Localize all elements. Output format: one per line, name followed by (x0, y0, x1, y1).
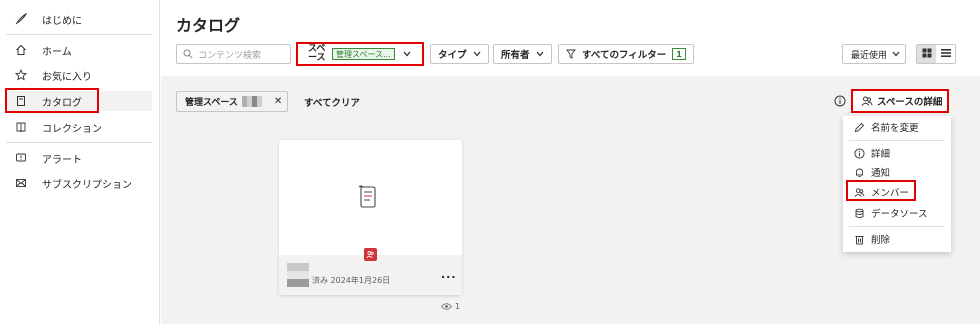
space-details-label: スペースの詳細 (877, 97, 943, 108)
sidebar-item-label: はじめに (42, 15, 82, 27)
clear-all-button[interactable]: すべてクリア (304, 95, 360, 109)
list-icon (940, 48, 951, 61)
view-toggle (916, 44, 956, 64)
menu-item-delete[interactable]: 削除 (843, 230, 951, 248)
menu-item-data-sources[interactable]: データソース (843, 204, 951, 222)
book-icon (14, 94, 28, 108)
sidebar-item-label: カタログ (42, 97, 82, 109)
view-count: 1 (441, 302, 460, 311)
card-meta: 済み 2024年1月26日 (312, 276, 391, 285)
grid-view-button[interactable] (917, 45, 936, 63)
owner-filter-button[interactable]: 所有者 (493, 44, 552, 64)
menu-item-members[interactable]: メンバー (843, 183, 951, 201)
search-icon (183, 49, 193, 59)
sidebar-divider (6, 142, 152, 143)
sidebar-item-label: コレクション (42, 123, 102, 135)
mail-icon (14, 176, 28, 190)
type-filter-button[interactable]: タイプ (430, 44, 489, 64)
grid-icon (922, 48, 932, 61)
document-icon (357, 184, 379, 213)
sidebar-item-label: アラート (42, 154, 82, 166)
menu-divider (849, 226, 945, 227)
sidebar-item-favorites[interactable]: お気に入り (6, 65, 152, 85)
sidebar-item-alerts[interactable]: アラート (6, 148, 152, 168)
chevron-down-icon (536, 51, 544, 57)
sidebar-item-label: お気に入り (42, 71, 92, 83)
filter-count-badge: 1 (672, 48, 686, 60)
members-icon (853, 187, 865, 198)
menu-item-label: 通知 (871, 168, 891, 179)
bell-icon (853, 167, 865, 178)
menu-item-label: 削除 (871, 235, 891, 246)
menu-item-notifications[interactable]: 通知 (843, 163, 951, 181)
all-filters-button[interactable]: すべてのフィルター 1 (558, 44, 694, 64)
sidebar: はじめに ホーム お気に入り カタログ コレクション アラート サブスクリプショ… (0, 0, 160, 324)
menu-item-label: 名前を変更 (871, 123, 919, 134)
space-filter-label: スペース (308, 44, 326, 63)
redacted-name (241, 96, 262, 107)
sidebar-item-collections[interactable]: コレクション (6, 117, 152, 137)
page-title: カタログ (176, 16, 241, 35)
home-icon (14, 43, 28, 57)
remove-filter-icon[interactable]: ✕ (274, 96, 282, 107)
chevron-down-icon (403, 51, 411, 57)
eye-icon (441, 303, 452, 310)
menu-item-rename[interactable]: 名前を変更 (843, 118, 951, 136)
info-icon[interactable] (834, 95, 846, 107)
sidebar-item-label: サブスクリプション (42, 179, 132, 191)
owner-filter-label: 所有者 (501, 50, 530, 61)
filter-tag-label: 管理スペース (185, 98, 238, 108)
active-filter-tag: 管理スペース ✕ (176, 91, 288, 112)
sidebar-item-label: ホーム (42, 46, 72, 58)
star-icon (14, 68, 28, 82)
sort-dropdown[interactable]: 最近使用 (842, 44, 906, 64)
search-input[interactable]: コンテンツ検索 (176, 44, 291, 64)
type-filter-label: タイプ (438, 50, 467, 61)
menu-item-label: 詳細 (871, 149, 891, 160)
rocket-icon (14, 12, 28, 26)
space-details-button[interactable]: スペースの詳細 (851, 89, 949, 113)
view-count-value: 1 (455, 302, 461, 311)
trash-icon (853, 234, 865, 245)
redacted-thumbnail (287, 263, 309, 287)
sidebar-item-subscriptions[interactable]: サブスクリプション (6, 173, 152, 193)
search-placeholder: コンテンツ検索 (198, 50, 262, 61)
sidebar-divider (6, 34, 152, 35)
more-options-button[interactable]: ... (441, 268, 457, 281)
list-view-button[interactable] (936, 45, 955, 63)
menu-item-label: メンバー (871, 188, 910, 199)
space-badge-icon (364, 248, 377, 261)
chevron-down-icon (473, 51, 481, 57)
sidebar-item-home[interactable]: ホーム (6, 40, 152, 60)
filter-icon (566, 49, 576, 59)
menu-item-label: データソース (871, 209, 928, 220)
sidebar-item-getting-started[interactable]: はじめに (6, 9, 152, 29)
collection-icon (14, 120, 28, 134)
space-details-menu: 名前を変更 詳細 通知 メンバー データソース 削除 (843, 116, 951, 252)
database-icon (853, 208, 865, 219)
pencil-icon (853, 122, 865, 133)
content-card[interactable]: 済み 2024年1月26日 ... (279, 140, 462, 295)
space-filter-value: 管理スペース... (332, 48, 395, 60)
chevron-down-icon (892, 51, 900, 57)
sort-label: 最近使用 (851, 50, 888, 61)
menu-item-details[interactable]: 詳細 (843, 144, 951, 162)
alert-icon (14, 151, 28, 165)
members-icon (861, 95, 873, 107)
sidebar-item-catalog[interactable]: カタログ (6, 91, 152, 111)
menu-divider (849, 140, 945, 141)
all-filters-label: すべてのフィルター (582, 50, 667, 61)
info-icon (853, 147, 865, 159)
space-filter-button[interactable]: スペース 管理スペース... (296, 42, 424, 66)
